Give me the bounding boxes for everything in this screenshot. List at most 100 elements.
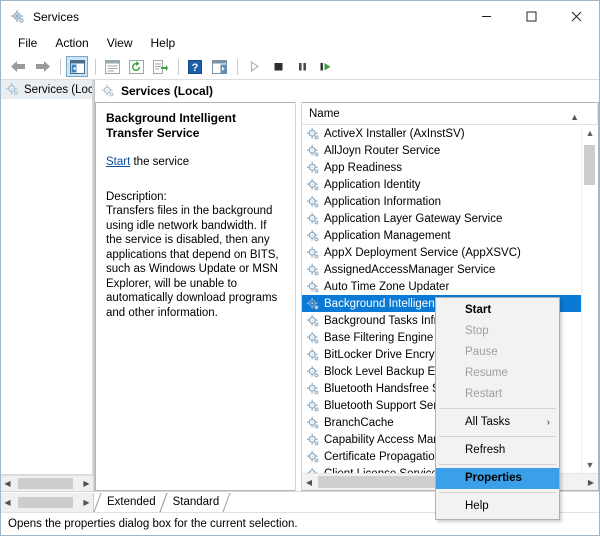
service-name: Application Layer Gateway Service [324,212,503,225]
scroll-up-icon[interactable]: ▲ [582,125,598,141]
pane-splitter[interactable] [295,102,302,491]
service-name: Auto Time Zone Updater [324,280,450,293]
menu-file[interactable]: File [9,33,46,53]
toolbar-separator [95,58,96,75]
context-menu-item-label: Start [465,304,492,316]
tree-node-services-local[interactable]: Services (Loca [1,80,92,99]
service-gear-icon [306,127,320,141]
title-bar: Services [1,1,599,32]
service-gear-icon [306,433,320,447]
service-name: Application Management [324,229,451,242]
scroll-right-icon[interactable]: ▶ [584,474,598,490]
start-service-suffix: the service [130,156,190,168]
services-gear-icon [101,84,115,98]
tree-hscroll-track[interactable] [14,476,80,491]
tab-standard[interactable]: Standard [160,493,230,512]
table-row[interactable]: AllJoyn Router Service [302,142,581,159]
description-text: Transfers files in the background using … [106,205,279,319]
show-hide-action-pane-icon[interactable] [208,56,230,77]
list-vertical-scrollbar[interactable]: ▲ ▼ [581,125,598,473]
start-service-icon[interactable] [243,56,265,77]
context-menu-item-help[interactable]: Help [436,496,559,517]
service-name: Application Information [324,195,441,208]
start-service-link[interactable]: Start [106,156,130,168]
column-header-name[interactable]: Name ▲ [302,103,598,124]
service-details-pane: Background Intelligent Transfer Service … [95,102,295,491]
menu-help[interactable]: Help [142,33,185,53]
service-gear-icon [306,144,320,158]
pause-service-icon[interactable] [291,56,313,77]
context-menu-item-pause: Pause [436,342,559,363]
minimize-button[interactable] [464,1,509,32]
table-row[interactable]: Application Layer Gateway Service [302,210,581,227]
console-tree: Services (Loca [1,80,93,475]
context-menu-separator [439,464,556,465]
context-menu-item-label: Properties [465,472,522,484]
tabs-spacer-thumb[interactable] [18,497,73,508]
service-gear-icon [306,161,320,175]
table-row[interactable]: ActiveX Installer (AxInstSV) [302,125,581,142]
service-gear-icon [306,331,320,345]
service-gear-icon [306,450,320,464]
table-row[interactable]: Auto Time Zone Updater [302,278,581,295]
vscroll-track[interactable] [582,141,598,457]
scroll-left-icon[interactable]: ◀ [1,495,14,510]
restart-service-icon[interactable] [315,56,337,77]
list-hscroll-thumb[interactable] [318,476,446,488]
context-menu-item-properties[interactable]: Properties [436,468,559,489]
tabs-left-spacer: ◀ ▶ [1,493,94,512]
scroll-right-icon[interactable]: ▶ [80,476,93,491]
description-label: Description: [106,190,167,203]
vscroll-thumb[interactable] [584,145,595,185]
window-title: Services [33,9,80,24]
context-menu: Start Stop Pause Resume Restart All Tasks › Ref… [435,297,560,520]
help-icon[interactable]: ? [184,56,206,77]
context-menu-item-label: Resume [465,367,508,379]
table-row[interactable]: Application Identity [302,176,581,193]
table-row[interactable]: AssignedAccessManager Service [302,261,581,278]
scroll-down-icon[interactable]: ▼ [582,457,598,473]
close-button[interactable] [554,1,599,32]
table-row[interactable]: Application Information [302,193,581,210]
context-menu-item-label: Refresh [465,444,506,456]
context-menu-separator [439,408,556,409]
refresh-icon[interactable] [125,56,147,77]
context-menu-item-all-tasks[interactable]: All Tasks › [436,412,559,433]
service-gear-icon [306,348,320,362]
context-menu-item-start[interactable]: Start [436,300,559,321]
show-hide-console-tree-icon[interactable] [66,56,88,77]
service-name: BranchCache [324,416,394,429]
stop-service-icon[interactable] [267,56,289,77]
service-gear-icon [306,416,320,430]
context-menu-item-label: Pause [465,346,498,358]
toolbar-separator [60,58,61,75]
svg-text:?: ? [192,62,199,74]
selected-service-title: Background Intelligent Transfer Service [106,111,237,140]
table-row[interactable]: AppX Deployment Service (AppXSVC) [302,244,581,261]
tree-horizontal-scrollbar[interactable]: ◀ ▶ [1,475,93,491]
toolbar: ? [1,54,599,80]
service-gear-icon [306,297,320,311]
tabs-spacer-track[interactable] [14,495,80,510]
menu-view[interactable]: View [98,33,142,53]
service-gear-icon [306,246,320,260]
scroll-left-icon[interactable]: ◀ [302,474,316,490]
table-row[interactable]: App Readiness [302,159,581,176]
context-menu-separator [439,436,556,437]
scroll-right-icon[interactable]: ▶ [80,495,93,510]
tree-hscroll-thumb[interactable] [18,478,73,489]
back-arrow-icon[interactable] [7,56,29,77]
content-header: Services (Local) [95,80,599,102]
service-gear-icon [306,382,320,396]
context-menu-item-refresh[interactable]: Refresh [436,440,559,461]
context-menu-item-label: Help [465,500,489,512]
table-row[interactable]: Application Management [302,227,581,244]
list-header-row: Name ▲ [302,103,598,125]
tab-extended[interactable]: Extended [94,493,166,512]
scroll-left-icon[interactable]: ◀ [1,476,14,491]
forward-arrow-icon[interactable] [31,56,53,77]
properties-icon[interactable] [101,56,123,77]
menu-action[interactable]: Action [46,33,97,53]
export-list-icon[interactable] [149,56,171,77]
maximize-button[interactable] [509,1,554,32]
